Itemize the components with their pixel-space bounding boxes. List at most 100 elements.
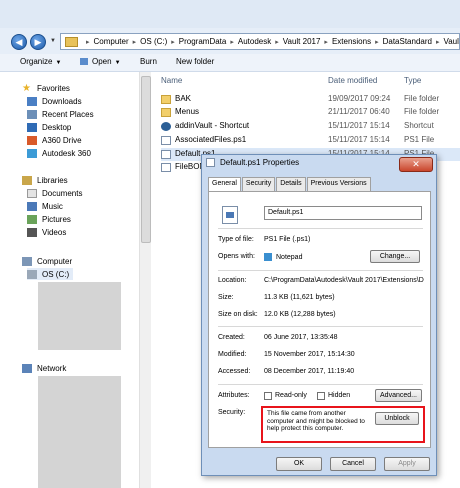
sidebar-item-label: Pictures (42, 214, 71, 224)
sidebar-header-favorites[interactable]: ★ Favorites (22, 82, 70, 94)
sidebar-header-libraries[interactable]: Libraries (22, 174, 68, 186)
new-folder-button[interactable]: New folder (176, 57, 214, 66)
autodesk-360-icon (27, 148, 37, 158)
sidebar-item-os-c[interactable]: OS (C:) (27, 268, 74, 280)
breadcrumb-extensions[interactable]: Extensions (332, 37, 371, 46)
file-row[interactable]: BAK 19/09/2017 09:24 File folder (161, 93, 460, 106)
documents-icon (27, 188, 37, 198)
accessed-value: 08 December 2017, 11:19:40 (264, 368, 355, 375)
breadcrumb-os-c[interactable]: OS (C:) (140, 37, 167, 46)
open-button[interactable]: Open ▼ (80, 57, 121, 66)
general-tab-panel: Default.ps1 Type of file: PS1 File (.ps1… (208, 191, 431, 448)
accessed-label: Accessed: (218, 368, 251, 375)
security-warning-text: This file came from another computer and… (267, 410, 365, 432)
breadcrumb-computer[interactable]: Computer (94, 37, 129, 46)
chevron-down-icon: ▼ (114, 60, 121, 66)
file-type: PS1 File (404, 135, 435, 144)
file-row[interactable]: AssociatedFiles.ps1 15/11/2017 15:14 PS1… (161, 134, 460, 147)
sidebar-item-music[interactable]: Music (27, 200, 63, 212)
size-label: Size: (218, 294, 234, 301)
sidebar-header-network[interactable]: Network (22, 362, 66, 374)
type-of-file-label: Type of file: (218, 236, 254, 243)
properties-dialog: Default.ps1 Properties ✕ General Securit… (201, 154, 437, 476)
shortcut-icon (161, 122, 171, 131)
read-only-checkbox[interactable] (264, 392, 272, 400)
recent-places-icon (27, 109, 37, 119)
column-header-type[interactable]: Type (404, 76, 421, 85)
tab-details[interactable]: Details (276, 177, 306, 191)
pictures-icon (27, 214, 37, 224)
breadcrumb-datastandard[interactable]: DataStandard (383, 37, 432, 46)
hidden-checkbox[interactable] (317, 392, 325, 400)
network-label: Network (37, 363, 67, 373)
hidden-label: Hidden (328, 392, 351, 399)
scrollbar-thumb[interactable] (141, 76, 151, 243)
chevron-right-icon[interactable]: ▸ (275, 38, 279, 46)
breadcrumb-vault[interactable]: Vault (443, 37, 459, 46)
chevron-right-icon[interactable]: ▸ (324, 38, 328, 46)
sidebar-item-label: Documents (42, 188, 83, 198)
file-name-field[interactable]: Default.ps1 (264, 206, 422, 220)
chevron-right-icon[interactable]: ▸ (230, 38, 234, 46)
tab-general[interactable]: General (208, 177, 241, 191)
column-header-name[interactable]: Name (161, 76, 182, 85)
file-row[interactable]: addinVault - Shortcut 15/11/2017 15:14 S… (161, 120, 460, 133)
chevron-down-icon: ▼ (55, 60, 62, 66)
favorites-label: Favorites (37, 83, 70, 93)
opens-with-value: Notepad (264, 253, 302, 261)
sidebar-scrollbar[interactable] (139, 72, 151, 488)
sidebar-item-recent-places[interactable]: Recent Places (27, 108, 94, 120)
sidebar-item-documents[interactable]: Documents (27, 187, 82, 199)
location-label: Location: (218, 277, 247, 284)
sidebar-item-label: Downloads (42, 96, 82, 106)
created-value: 06 June 2017, 13:35:48 (264, 334, 338, 341)
file-name: addinVault - Shortcut (175, 121, 250, 130)
tab-security[interactable]: Security (241, 177, 276, 191)
sidebar-item-a360-drive[interactable]: A360 Drive (27, 134, 82, 146)
column-header-date-modified[interactable]: Date modified (328, 76, 377, 85)
breadcrumb-programdata[interactable]: ProgramData (179, 37, 227, 46)
attributes-label: Attributes: (218, 392, 250, 399)
breadcrumb-autodesk[interactable]: Autodesk (238, 37, 271, 46)
burn-button[interactable]: Burn (140, 57, 157, 66)
cancel-button[interactable]: Cancel (330, 457, 376, 471)
unblock-button[interactable]: Unblock (375, 412, 419, 425)
sidebar-item-label: OS (C:) (42, 269, 70, 279)
modified-label: Modified: (218, 351, 247, 358)
close-button[interactable]: ✕ (399, 157, 433, 172)
address-bar[interactable]: ▸ Computer ▸ OS (C:) ▸ ProgramData ▸ Aut… (60, 33, 460, 50)
file-name: Menus (175, 107, 200, 116)
back-arrow-icon[interactable]: ◀ (11, 34, 27, 50)
chevron-right-icon[interactable]: ▸ (375, 38, 379, 46)
sidebar-item-desktop[interactable]: Desktop (27, 121, 71, 133)
sidebar-item-downloads[interactable]: Downloads (27, 95, 82, 107)
apply-button[interactable]: Apply (384, 457, 430, 471)
divider (218, 270, 423, 271)
notepad-icon (264, 253, 272, 261)
sidebar-header-computer[interactable]: Computer (22, 255, 72, 267)
sidebar-item-videos[interactable]: Videos (27, 226, 66, 238)
chevron-right-icon[interactable]: ▸ (171, 38, 175, 46)
ok-button[interactable]: OK (276, 457, 322, 471)
type-of-file-value: PS1 File (.ps1) (264, 236, 311, 243)
organize-button[interactable]: Organize ▼ (20, 57, 61, 66)
file-type: Shortcut (404, 121, 434, 130)
chevron-right-icon[interactable]: ▸ (133, 38, 137, 46)
libraries-label: Libraries (37, 175, 68, 185)
sidebar-item-autodesk-360[interactable]: Autodesk 360 (27, 147, 91, 159)
opens-with-app: Notepad (276, 253, 303, 261)
forward-arrow-icon[interactable]: ▶ (30, 34, 46, 50)
file-date: 19/09/2017 09:24 (328, 94, 391, 103)
file-row[interactable]: Menus 21/11/2017 06:40 File folder (161, 106, 460, 119)
sidebar-item-pictures[interactable]: Pictures (27, 213, 71, 225)
chevron-right-icon[interactable]: ▸ (86, 38, 90, 46)
change-button[interactable]: Change... (370, 250, 420, 263)
drive-icon (27, 269, 37, 279)
advanced-button[interactable]: Advanced... (375, 389, 422, 402)
recent-pages-dropdown-icon[interactable]: ▼ (50, 38, 58, 46)
desktop-icon (27, 122, 37, 132)
breadcrumb-vault-2017[interactable]: Vault 2017 (283, 37, 321, 46)
tab-previous-versions[interactable]: Previous Versions (306, 177, 371, 191)
chevron-right-icon[interactable]: ▸ (436, 38, 440, 46)
file-date: 15/11/2017 15:14 (328, 135, 390, 144)
